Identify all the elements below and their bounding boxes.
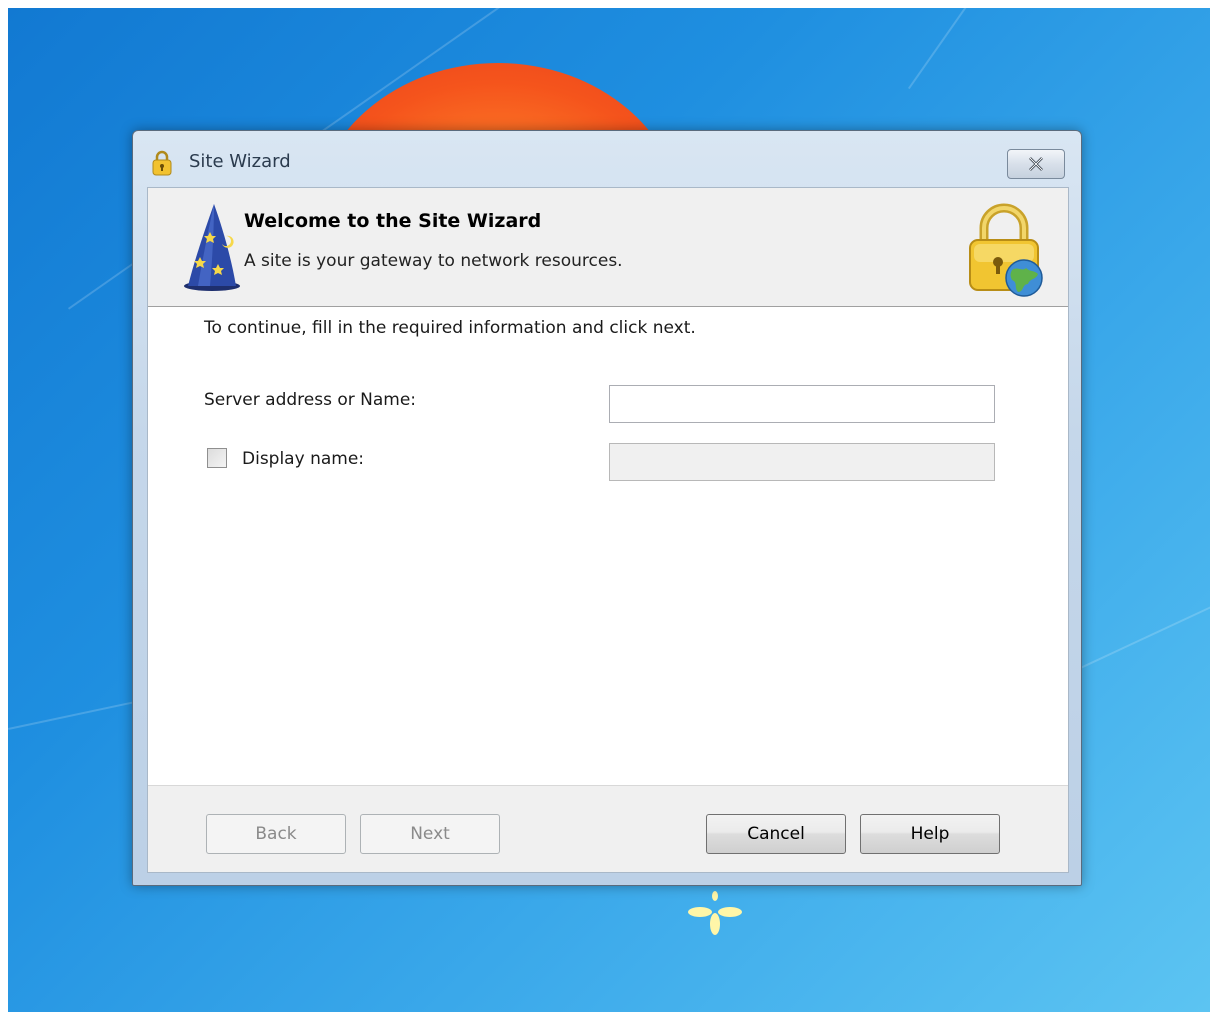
lock-globe-icon [969, 203, 1043, 297]
display-name-input [609, 443, 995, 481]
wizard-header: Welcome to the Site Wizard A site is you… [148, 188, 1068, 307]
cancel-button[interactable]: Cancel [706, 814, 846, 854]
server-address-label: Server address or Name: [204, 390, 417, 410]
site-wizard-dialog: Site Wizard Welcome to the Site Wizard A… [132, 130, 1082, 886]
server-address-input[interactable] [609, 385, 995, 423]
back-button[interactable]: Back [206, 814, 346, 854]
display-name-label[interactable]: Display name: [242, 449, 364, 469]
padlock-icon [152, 150, 172, 176]
wizard-hat-icon [184, 204, 240, 291]
title-bar[interactable]: Site Wizard [133, 131, 1081, 183]
close-button[interactable] [1007, 149, 1065, 179]
instructions-text: To continue, fill in the required inform… [204, 318, 696, 338]
button-bar: Back Next Cancel Help [148, 785, 1068, 872]
help-button[interactable]: Help [860, 814, 1000, 854]
wallpaper-sparkle-icon [688, 891, 742, 935]
wallpaper-streak [1078, 583, 1210, 670]
wizard-subtitle: A site is your gateway to network resour… [244, 251, 623, 271]
wizard-title: Welcome to the Site Wizard [244, 210, 542, 232]
window-title: Site Wizard [189, 151, 291, 172]
next-button[interactable]: Next [360, 814, 500, 854]
display-name-checkbox[interactable] [207, 448, 227, 468]
dialog-client-area: Welcome to the Site Wizard A site is you… [147, 187, 1069, 873]
close-icon [1029, 157, 1043, 171]
wallpaper-streak [908, 8, 1082, 90]
